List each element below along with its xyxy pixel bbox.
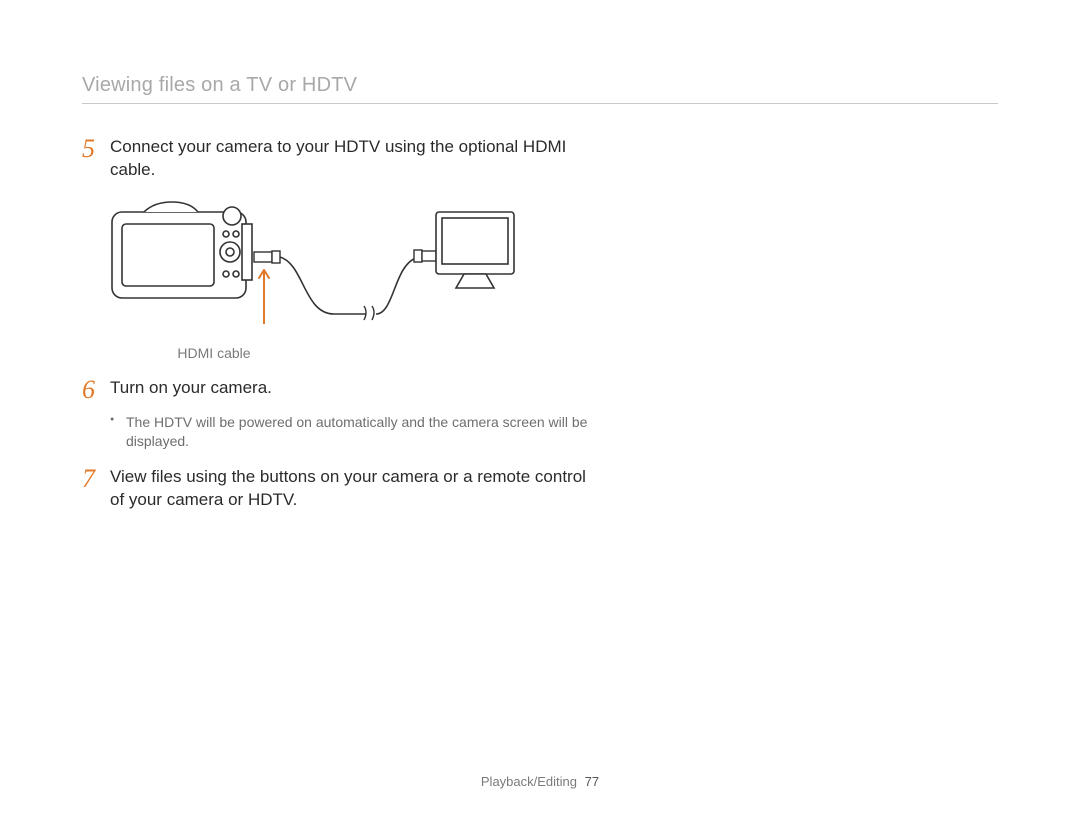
footer-page-number: 77 [585,774,599,789]
step-number: 5 [82,136,110,162]
diagram-caption: HDMI cable [94,345,334,361]
step-text: View files using the buttons on your cam… [110,466,602,512]
step-number: 7 [82,466,110,492]
footer-section: Playback/Editing [481,774,577,789]
page-footer: Playback/Editing 77 [0,774,1080,789]
step-5: 5 Connect your camera to your HDTV using… [82,136,602,182]
step-text: Connect your camera to your HDTV using t… [110,136,602,182]
step-7: 7 View files using the buttons on your c… [82,466,602,512]
step-text: Turn on your camera. [110,377,602,400]
connection-diagram: HDMI cable [94,194,602,361]
manual-page: Viewing files on a TV or HDTV 5 Connect … [0,0,1080,815]
step-6-notes: The HDTV will be powered on automaticall… [110,413,602,452]
content-column: 5 Connect your camera to your HDTV using… [82,104,602,512]
page-title: Viewing files on a TV or HDTV [82,74,998,97]
note-item: The HDTV will be powered on automaticall… [110,413,602,452]
step-number: 6 [82,377,110,403]
step-6: 6 Turn on your camera. [82,377,602,403]
hdmi-connection-illustration [94,194,524,334]
